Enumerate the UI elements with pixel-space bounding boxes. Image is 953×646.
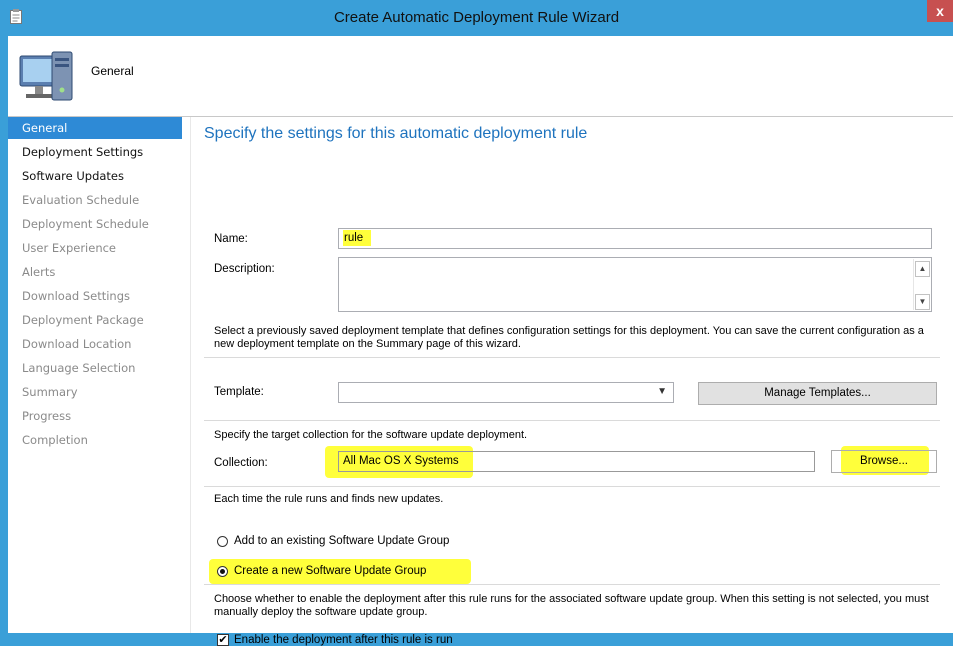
wizard-header: General	[8, 36, 953, 117]
scroll-up-icon[interactable]: ▲	[915, 261, 930, 277]
collection-field[interactable]: All Mac OS X Systems	[338, 451, 815, 472]
collection-value: All Mac OS X Systems	[343, 455, 459, 467]
collection-label: Collection:	[214, 457, 268, 469]
divider	[204, 584, 940, 585]
radio-new-group-label[interactable]: Create a new Software Update Group	[234, 565, 426, 577]
enable-info-text: Choose whether to enable the deployment …	[214, 593, 929, 618]
runs-info-text: Each time the rule runs and finds new up…	[214, 493, 444, 505]
description-scrollbar[interactable]: ▲ ▼	[913, 259, 930, 310]
radio-selected-dot	[220, 569, 225, 574]
radio-new-group[interactable]	[217, 566, 228, 577]
page-heading: Specify the settings for this automatic …	[204, 125, 588, 142]
browse-button[interactable]: Browse...	[831, 450, 937, 473]
nav-item-summary[interactable]: Summary	[8, 381, 182, 403]
divider	[204, 420, 940, 421]
computer-icon	[19, 51, 73, 101]
page-title: General	[91, 64, 134, 78]
nav-item-download-settings[interactable]: Download Settings	[8, 285, 182, 307]
nav-item-user-experience[interactable]: User Experience	[8, 237, 182, 259]
wizard-nav: General Deployment Settings Software Upd…	[8, 117, 190, 633]
name-field[interactable]: rule	[338, 228, 932, 249]
template-info-text: Select a previously saved deployment tem…	[214, 325, 924, 350]
collection-info-text: Specify the target collection for the so…	[214, 429, 528, 441]
window-title: Create Automatic Deployment Rule Wizard	[333, 9, 620, 26]
nav-item-download-location[interactable]: Download Location	[8, 333, 182, 355]
manage-templates-button[interactable]: Manage Templates...	[698, 382, 937, 405]
nav-item-completion[interactable]: Completion	[8, 429, 182, 451]
nav-item-software-updates[interactable]: Software Updates	[8, 165, 182, 187]
title-bar: Create Automatic Deployment Rule Wizard …	[0, 0, 953, 36]
scroll-down-icon[interactable]: ▼	[915, 294, 930, 310]
name-label: Name:	[214, 233, 248, 245]
enable-deployment-checkbox[interactable]: ✔	[217, 634, 229, 646]
divider	[204, 486, 940, 487]
template-label: Template:	[214, 386, 264, 398]
enable-deployment-label[interactable]: Enable the deployment after this rule is…	[234, 634, 453, 646]
divider	[204, 357, 940, 358]
nav-item-alerts[interactable]: Alerts	[8, 261, 182, 283]
nav-item-deployment-schedule[interactable]: Deployment Schedule	[8, 213, 182, 235]
nav-item-evaluation-schedule[interactable]: Evaluation Schedule	[8, 189, 182, 211]
nav-item-language-selection[interactable]: Language Selection	[8, 357, 182, 379]
wizard-window: General General Deployment Settings Soft…	[8, 36, 953, 646]
description-field[interactable]: ▲ ▼	[338, 257, 932, 312]
chevron-down-icon: ▼	[657, 386, 667, 397]
nav-item-general[interactable]: General	[8, 117, 182, 139]
main-panel: Specify the settings for this automatic …	[191, 117, 953, 646]
close-button[interactable]: x	[927, 0, 953, 22]
nav-item-deployment-settings[interactable]: Deployment Settings	[8, 141, 182, 163]
radio-existing-group[interactable]	[217, 536, 228, 547]
template-dropdown[interactable]: ▼	[338, 382, 674, 403]
nav-item-deployment-package[interactable]: Deployment Package	[8, 309, 182, 331]
nav-item-progress[interactable]: Progress	[8, 405, 182, 427]
radio-existing-group-label[interactable]: Add to an existing Software Update Group	[234, 535, 449, 547]
description-label: Description:	[214, 263, 275, 275]
name-value: rule	[343, 230, 372, 246]
